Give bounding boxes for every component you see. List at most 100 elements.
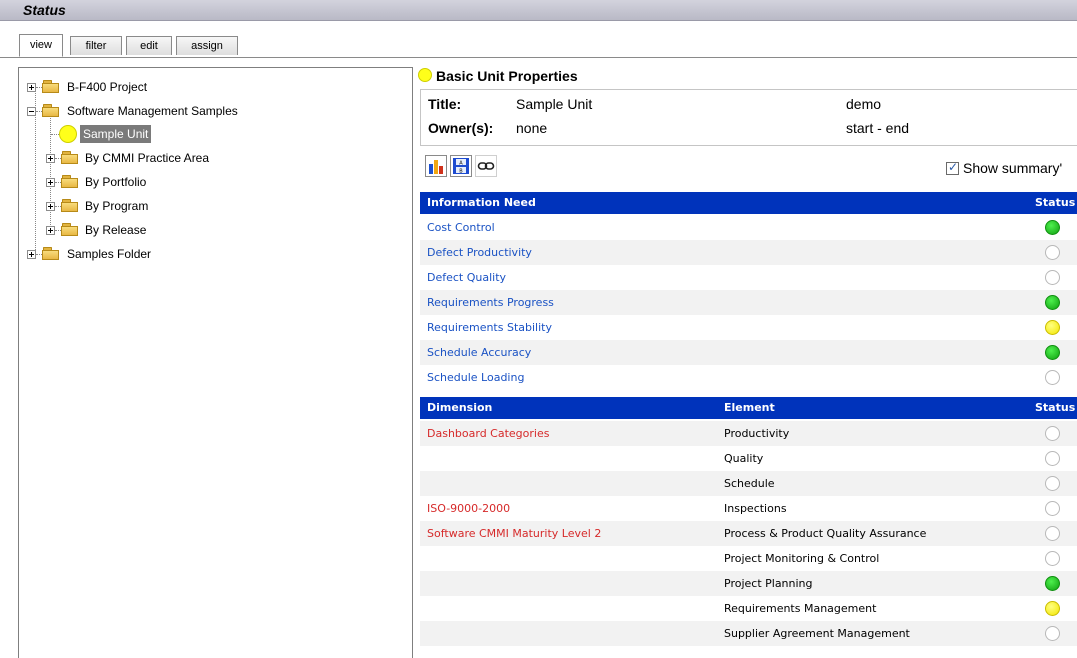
element-text: Requirements Management bbox=[724, 602, 877, 615]
tree-node-label: By Release bbox=[85, 223, 147, 237]
bar-chart-icon[interactable] bbox=[425, 155, 447, 177]
information-need-link[interactable]: Schedule Accuracy bbox=[427, 340, 531, 365]
table-row: Requirements Stability bbox=[420, 315, 1077, 340]
status-empty-icon bbox=[1045, 451, 1060, 466]
table-row: Defect Quality bbox=[420, 265, 1077, 290]
element-text: Supplier Agreement Management bbox=[724, 627, 910, 640]
link-icon[interactable] bbox=[475, 155, 497, 177]
owner-value: none bbox=[516, 120, 548, 136]
tree-node-label: Software Management Samples bbox=[67, 104, 238, 118]
status-yellow-icon bbox=[418, 68, 432, 82]
element-text: Project Monitoring & Control bbox=[724, 552, 880, 565]
status-empty-icon bbox=[1045, 370, 1060, 385]
tree-node-software-management-samples[interactable]: Software Management Samples bbox=[27, 101, 407, 121]
show-summary-checkbox[interactable] bbox=[946, 160, 959, 175]
expand-icon[interactable] bbox=[46, 226, 55, 235]
folder-icon bbox=[61, 175, 79, 188]
dimension-link[interactable]: ISO-9000-2000 bbox=[427, 496, 510, 521]
status-green-icon bbox=[1045, 220, 1060, 235]
folder-icon bbox=[61, 223, 79, 236]
expand-icon[interactable] bbox=[46, 154, 55, 163]
tree-node-label: By Program bbox=[85, 199, 149, 213]
element-text: Schedule bbox=[724, 477, 775, 490]
expand-icon[interactable] bbox=[27, 83, 36, 92]
status-green-icon bbox=[1045, 345, 1060, 360]
status-empty-icon bbox=[1045, 245, 1060, 260]
column-header-dimension: Dimension bbox=[427, 401, 493, 414]
table-row: ISO-9000-2000 Inspections bbox=[420, 496, 1077, 521]
information-need-link[interactable]: Schedule Loading bbox=[427, 365, 524, 390]
folder-icon bbox=[61, 151, 79, 164]
element-text: Productivity bbox=[724, 427, 790, 440]
folder-icon bbox=[61, 199, 79, 212]
svg-text:B: B bbox=[459, 169, 463, 175]
owner-label: Owner(s): bbox=[428, 120, 494, 136]
tree-node-by-program[interactable]: By Program bbox=[43, 196, 403, 216]
information-need-link[interactable]: Requirements Stability bbox=[427, 315, 552, 340]
tree-node-label: By Portfolio bbox=[85, 175, 147, 189]
table-view-icon[interactable]: A B bbox=[450, 155, 472, 177]
dimension-link[interactable]: Dashboard Categories bbox=[427, 421, 549, 446]
title-value: Sample Unit bbox=[516, 96, 593, 112]
table-row: Dashboard Categories Productivity bbox=[420, 421, 1077, 446]
status-empty-icon bbox=[1045, 501, 1060, 516]
tab-label: view bbox=[29, 39, 52, 51]
information-need-link[interactable]: Cost Control bbox=[427, 215, 495, 240]
folder-icon bbox=[42, 80, 60, 93]
tab-label: edit bbox=[140, 40, 158, 52]
information-table-header: Information Need Status bbox=[420, 192, 1077, 214]
table-row: Schedule Accuracy bbox=[420, 340, 1077, 365]
properties-heading-text: Basic Unit Properties bbox=[436, 68, 578, 84]
tab-edit[interactable]: edit bbox=[126, 36, 172, 55]
status-empty-icon bbox=[1045, 551, 1060, 566]
column-header-status: Status bbox=[1035, 401, 1076, 414]
status-green-icon bbox=[1045, 576, 1060, 591]
tab-label: assign bbox=[191, 40, 223, 52]
tree-node-sample-unit[interactable]: Sample Unit bbox=[43, 124, 403, 144]
element-text: Inspections bbox=[724, 502, 787, 515]
tree-node-b-f400-project[interactable]: B-F400 Project bbox=[27, 77, 407, 97]
table-row: Cost Control bbox=[420, 215, 1077, 240]
status-empty-icon bbox=[1045, 526, 1060, 541]
table-row: Project Planning bbox=[420, 571, 1077, 596]
tab-divider bbox=[0, 57, 1077, 58]
tree-node-by-release[interactable]: By Release bbox=[43, 220, 403, 240]
status-empty-icon bbox=[1045, 426, 1060, 441]
tree-node-by-cmmi-practice-area[interactable]: By CMMI Practice Area bbox=[43, 148, 403, 168]
information-need-link[interactable]: Requirements Progress bbox=[427, 290, 554, 315]
table-row: Requirements Progress bbox=[420, 290, 1077, 315]
status-green-icon bbox=[1045, 295, 1060, 310]
element-text: Project Planning bbox=[724, 577, 813, 590]
status-yellow-icon bbox=[1045, 320, 1060, 335]
extra-value-2: start - end bbox=[846, 120, 910, 136]
tab-filter[interactable]: filter bbox=[70, 36, 122, 55]
information-need-link[interactable]: Defect Quality bbox=[427, 265, 506, 290]
tab-view[interactable]: view bbox=[19, 34, 63, 57]
title-label: Title: bbox=[428, 96, 462, 112]
folder-icon bbox=[42, 247, 60, 260]
table-row: Schedule bbox=[420, 471, 1077, 496]
table-row: Software CMMI Maturity Level 2 Process &… bbox=[420, 521, 1077, 546]
tab-assign[interactable]: assign bbox=[176, 36, 238, 55]
dimension-table-header: Dimension Element Status bbox=[420, 397, 1077, 419]
tree-node-by-portfolio[interactable]: By Portfolio bbox=[43, 172, 403, 192]
svg-text:A: A bbox=[459, 161, 463, 167]
information-need-link[interactable]: Defect Productivity bbox=[427, 240, 532, 265]
tab-label: filter bbox=[85, 40, 107, 52]
column-header-element: Element bbox=[724, 401, 775, 414]
table-row: Schedule Loading bbox=[420, 365, 1077, 390]
tree-node-samples-folder[interactable]: Samples Folder bbox=[27, 244, 407, 264]
status-yellow-icon bbox=[59, 125, 77, 143]
status-yellow-icon bbox=[1045, 601, 1060, 616]
expand-icon[interactable] bbox=[46, 202, 55, 211]
dimension-link[interactable]: Software CMMI Maturity Level 2 bbox=[427, 521, 601, 546]
status-empty-icon bbox=[1045, 270, 1060, 285]
tree-node-label: Samples Folder bbox=[67, 247, 152, 261]
properties-box: Title: Sample Unit demo Owner(s): none s… bbox=[420, 89, 1077, 146]
element-text: Quality bbox=[724, 452, 764, 465]
collapse-icon[interactable] bbox=[27, 107, 36, 116]
window-title-bar: Status bbox=[0, 0, 1077, 21]
table-row: Requirements Management bbox=[420, 596, 1077, 621]
expand-icon[interactable] bbox=[27, 250, 36, 259]
expand-icon[interactable] bbox=[46, 178, 55, 187]
